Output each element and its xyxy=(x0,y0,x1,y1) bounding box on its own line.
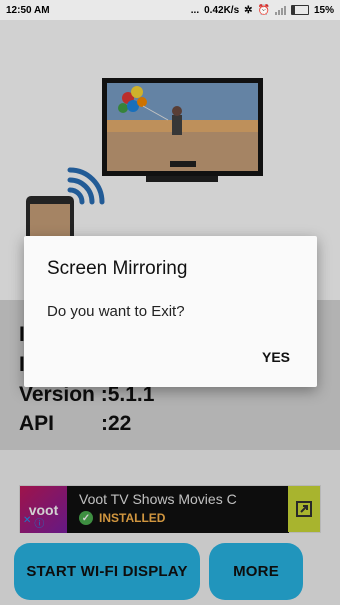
yes-button[interactable]: YES xyxy=(262,349,290,365)
status-time: 12:50 AM xyxy=(6,4,50,16)
exit-dialog: Screen Mirroring Do you want to Exit? YE… xyxy=(24,236,317,387)
status-bar: 12:50 AM ... 0.42K/s ✲ ⏰ 15% xyxy=(0,0,340,20)
signal-icon xyxy=(274,5,286,15)
notification-dots: ... xyxy=(190,4,200,16)
battery-icon xyxy=(290,5,309,15)
battery-level: 15% xyxy=(313,4,334,16)
alarm-icon: ⏰ xyxy=(257,4,270,16)
network-speed: 0.42K/s xyxy=(204,4,240,16)
status-right: ... 0.42K/s ✲ ⏰ 15% xyxy=(191,5,334,16)
dialog-message: Do you want to Exit? xyxy=(47,303,185,320)
gear-icon: ✲ xyxy=(244,4,253,16)
dialog-title: Screen Mirroring xyxy=(47,258,188,279)
